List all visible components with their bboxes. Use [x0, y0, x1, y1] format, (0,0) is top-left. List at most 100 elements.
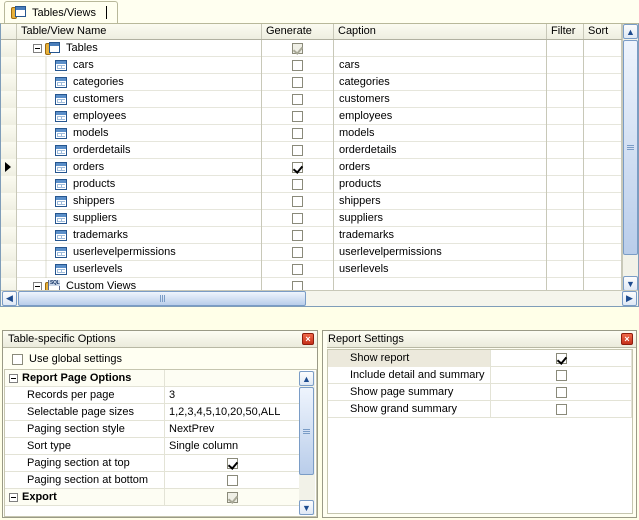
sort-cell[interactable]	[584, 260, 622, 278]
report-setting-value-cell[interactable]	[491, 366, 632, 384]
filter-cell[interactable]	[547, 226, 584, 244]
property-row[interactable]: Records per page 3	[5, 386, 300, 404]
table-name-cell[interactable]: orderdetails	[17, 141, 262, 159]
expander-icon[interactable]	[9, 492, 18, 502]
scroll-up-button[interactable]: ▲	[623, 24, 638, 39]
row-indicator-cell[interactable]	[1, 158, 17, 176]
table-name-cell[interactable]: customers	[17, 90, 262, 108]
property-row[interactable]: Paging section style NextPrev	[5, 420, 300, 438]
row-indicator-cell[interactable]	[1, 107, 17, 125]
row-indicator-cell[interactable]	[1, 73, 17, 91]
generate-checkbox[interactable]	[292, 161, 303, 173]
report-setting-checkbox[interactable]	[555, 369, 567, 381]
scroll-down-button[interactable]: ▼	[623, 276, 638, 291]
generate-checkbox[interactable]	[292, 93, 303, 105]
generate-checkbox[interactable]	[292, 76, 303, 88]
caption-cell[interactable]: userlevelpermissions	[334, 243, 547, 261]
caption-cell[interactable]: userlevels	[334, 260, 547, 278]
filter-cell[interactable]	[547, 192, 584, 210]
property-value-cell[interactable]	[165, 489, 300, 506]
property-value-cell[interactable]: 1,2,3,4,5,10,20,50,ALL	[165, 404, 300, 421]
table-name-cell[interactable]: Tables	[17, 40, 262, 57]
caption-cell[interactable]: employees	[334, 107, 547, 125]
generate-cell[interactable]	[262, 192, 334, 210]
table-row[interactable]: products products	[1, 175, 622, 193]
property-row[interactable]: Paging section at bottom	[5, 471, 300, 489]
caption-cell[interactable]: customers	[334, 90, 547, 108]
scroll-right-button[interactable]: ▶	[622, 291, 637, 306]
generate-checkbox[interactable]	[292, 59, 303, 71]
filter-cell[interactable]	[547, 277, 584, 291]
row-indicator-cell[interactable]	[1, 226, 17, 244]
generate-cell[interactable]	[262, 124, 334, 142]
property-vscroll-thumb[interactable]	[299, 387, 314, 475]
generate-checkbox[interactable]	[292, 195, 303, 207]
caption-cell[interactable]: suppliers	[334, 209, 547, 227]
table-name-cell[interactable]: suppliers	[17, 209, 262, 227]
sort-cell[interactable]	[584, 192, 622, 210]
table-name-cell[interactable]: Custom Views	[17, 277, 262, 291]
grid-header-name[interactable]: Table/View Name	[17, 24, 262, 39]
table-name-cell[interactable]: userlevels	[17, 260, 262, 278]
generate-checkbox[interactable]	[292, 127, 303, 139]
generate-cell[interactable]	[262, 56, 334, 74]
row-indicator-cell[interactable]	[1, 141, 17, 159]
sort-cell[interactable]	[584, 90, 622, 108]
report-setting-checkbox[interactable]	[555, 352, 567, 364]
report-setting-value-cell[interactable]	[491, 350, 632, 367]
filter-cell[interactable]	[547, 175, 584, 193]
sort-cell[interactable]	[584, 277, 622, 291]
sort-cell[interactable]	[584, 175, 622, 193]
property-checkbox[interactable]	[227, 457, 238, 469]
scroll-left-button[interactable]: ◀	[2, 291, 17, 306]
table-row[interactable]: Tables	[1, 40, 622, 57]
property-value-cell[interactable]	[165, 370, 300, 387]
property-checkbox[interactable]	[227, 491, 238, 503]
caption-cell[interactable]: orders	[334, 158, 547, 176]
row-indicator-cell[interactable]	[1, 243, 17, 261]
generate-checkbox[interactable]	[292, 42, 303, 54]
report-setting-row[interactable]: Include detail and summary	[328, 366, 632, 384]
generate-cell[interactable]	[262, 90, 334, 108]
table-name-cell[interactable]: products	[17, 175, 262, 193]
table-name-cell[interactable]: employees	[17, 107, 262, 125]
generate-checkbox[interactable]	[292, 110, 303, 122]
table-row[interactable]: cars cars	[1, 56, 622, 74]
table-name-cell[interactable]: models	[17, 124, 262, 142]
sort-cell[interactable]	[584, 124, 622, 142]
generate-checkbox[interactable]	[292, 263, 303, 275]
filter-cell[interactable]	[547, 107, 584, 125]
table-name-cell[interactable]: userlevelpermissions	[17, 243, 262, 261]
scroll-down-button[interactable]: ▼	[299, 500, 314, 515]
generate-checkbox[interactable]	[292, 212, 303, 224]
report-setting-checkbox[interactable]	[555, 403, 567, 415]
generate-checkbox[interactable]	[292, 178, 303, 190]
table-row[interactable]: userlevels userlevels	[1, 260, 622, 278]
table-row[interactable]: shippers shippers	[1, 192, 622, 210]
generate-cell[interactable]	[262, 40, 334, 57]
filter-cell[interactable]	[547, 124, 584, 142]
report-setting-checkbox[interactable]	[555, 386, 567, 398]
property-vertical-scrollbar[interactable]: ▲ ▼	[299, 371, 315, 515]
report-setting-row[interactable]: Show page summary	[328, 383, 632, 401]
caption-cell[interactable]: orderdetails	[334, 141, 547, 159]
close-icon[interactable]: ×	[621, 333, 633, 345]
row-indicator-cell[interactable]	[1, 277, 17, 291]
caption-cell[interactable]	[334, 40, 547, 57]
expander-icon[interactable]	[9, 373, 18, 383]
generate-checkbox[interactable]	[292, 246, 303, 258]
grid-header-caption[interactable]: Caption	[334, 24, 547, 39]
sort-cell[interactable]	[584, 158, 622, 176]
property-group-row[interactable]: Export	[5, 488, 300, 506]
grid-header-generate[interactable]: Generate	[262, 24, 334, 39]
table-row[interactable]: trademarks trademarks	[1, 226, 622, 244]
table-row[interactable]: orders orders	[1, 158, 622, 176]
row-indicator-cell[interactable]	[1, 175, 17, 193]
generate-cell[interactable]	[262, 277, 334, 291]
caption-cell[interactable]	[334, 277, 547, 291]
filter-cell[interactable]	[547, 40, 584, 57]
tab-tables-views[interactable]: Tables/Views	[4, 1, 118, 23]
property-group-row[interactable]: Report Page Options	[5, 370, 300, 387]
table-row[interactable]: userlevelpermissions userlevelpermissions	[1, 243, 622, 261]
filter-cell[interactable]	[547, 260, 584, 278]
